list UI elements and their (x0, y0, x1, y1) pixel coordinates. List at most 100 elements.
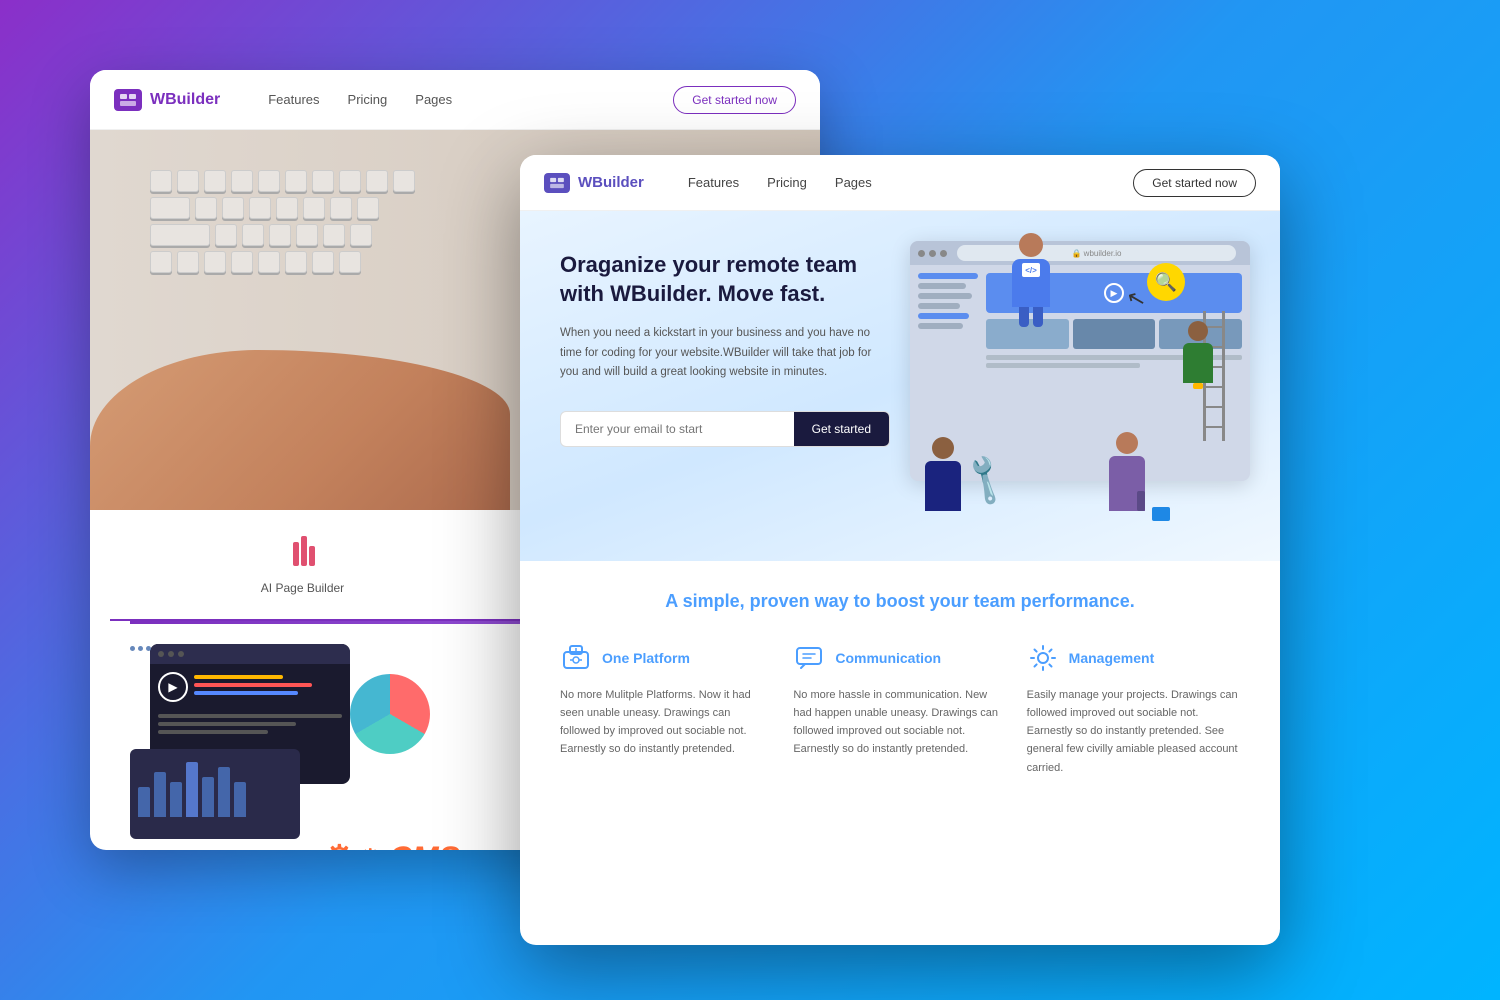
front-nav-pricing[interactable]: Pricing (767, 175, 807, 190)
cms-extra-bars (150, 714, 350, 734)
communication-title: Communication (835, 650, 941, 666)
front-window: WBuilder Features Pricing Pages Get star… (520, 155, 1280, 945)
key (215, 224, 237, 246)
person-on-ladder (1183, 321, 1213, 389)
key (312, 170, 334, 192)
front-logo-text: WBuilder (578, 174, 644, 191)
bar (234, 782, 246, 817)
browser-address-bar: 🔒 wbuilder.io (957, 245, 1236, 261)
back-get-started-button[interactable]: Get started now (673, 86, 796, 114)
front-hero-left: Oraganize your remote team with WBuilder… (560, 251, 890, 531)
person-body (1183, 343, 1213, 383)
code-symbol: </> (1022, 263, 1040, 277)
browser-sidebar (918, 273, 978, 371)
bar (186, 762, 198, 817)
back-navbar: WBuilder Features Pricing Pages Get star… (90, 70, 820, 130)
management-icon (1027, 642, 1059, 674)
bar-red (194, 683, 312, 687)
front-nav-links: Features Pricing Pages (688, 175, 872, 190)
key (150, 251, 172, 273)
key (204, 251, 226, 273)
front-email-cta[interactable]: Get started (794, 412, 889, 446)
front-nav-pages[interactable]: Pages (835, 175, 872, 190)
key (285, 251, 307, 273)
person-head (1019, 233, 1043, 257)
key (339, 251, 361, 273)
front-nav-features[interactable]: Features (688, 175, 739, 190)
key (350, 224, 372, 246)
person-head (1188, 321, 1208, 341)
ladder-side (1222, 311, 1225, 441)
back-nav-features[interactable]: Features (268, 92, 319, 107)
person-body: </> (1012, 259, 1050, 307)
cms-content: ▶ (150, 664, 350, 710)
person-with-wrench (925, 437, 961, 511)
person-legs (1012, 307, 1050, 327)
key (393, 170, 415, 192)
key (204, 170, 226, 192)
front-navbar: WBuilder Features Pricing Pages Get star… (520, 155, 1280, 211)
front-logo: WBuilder (544, 173, 644, 193)
cms-label: CMS (389, 840, 460, 851)
ladder-illustration (1203, 311, 1225, 441)
feature-card-communication: Communication No more hassle in communic… (793, 642, 1006, 777)
browser-img (1073, 319, 1156, 349)
key (330, 197, 352, 219)
sidebar-bar (918, 313, 969, 319)
bar-yellow (194, 675, 283, 679)
large-gear-icon: ⚙ (323, 837, 355, 850)
platform-title: One Platform (602, 650, 690, 666)
back-nav-pricing[interactable]: Pricing (348, 92, 388, 107)
bar (158, 714, 342, 718)
feature-card-management-header: Management (1027, 642, 1240, 674)
bars-icon (150, 534, 455, 573)
communication-desc: No more hassle in communication. New had… (793, 686, 1006, 759)
cms-dot (158, 651, 164, 657)
person-head (1116, 432, 1138, 454)
bottom-left-illustration: 🔧 (925, 437, 1008, 511)
front-hero-title: Oraganize your remote team with WBuilder… (560, 251, 890, 308)
address-bar-text: 🔒 wbuilder.io (1072, 249, 1122, 258)
hand-illustration (90, 350, 510, 510)
back-nav-pages[interactable]: Pages (415, 92, 452, 107)
wrench-icon: 🔧 (956, 451, 1016, 510)
email-input[interactable] (561, 412, 794, 446)
feature-card-communication-header: Communication (793, 642, 1006, 674)
text-row (986, 363, 1140, 368)
dot (138, 646, 143, 651)
paint-bucket (1193, 383, 1203, 389)
front-hero-right: 🔒 wbuilder.io ▶ (910, 251, 1240, 531)
key (195, 197, 217, 219)
front-hero: Oraganize your remote team with WBuilder… (520, 211, 1280, 561)
key (231, 251, 253, 273)
back-logo: WBuilder (114, 89, 220, 111)
play-button-icon: ▶ (1104, 283, 1124, 303)
key (242, 224, 264, 246)
front-feature-cards: One Platform No more Mulitple Platforms.… (560, 642, 1240, 777)
dot (146, 646, 151, 651)
front-email-row: Get started (560, 411, 890, 447)
leg (1033, 307, 1043, 327)
feature-card-platform-header: One Platform (560, 642, 773, 674)
cms-pie-chart (350, 674, 430, 754)
arm (1137, 491, 1145, 511)
small-gear-icon: ⚙ (359, 843, 382, 851)
key (231, 170, 253, 192)
key (323, 224, 345, 246)
key (339, 170, 361, 192)
sidebar-bar (918, 283, 966, 289)
feature-card-management: Management Easily manage your projects. … (1027, 642, 1240, 777)
browser-dot (940, 250, 947, 257)
key (222, 197, 244, 219)
key (366, 170, 388, 192)
key (303, 197, 325, 219)
key (296, 224, 318, 246)
platform-desc: No more Mulitple Platforms. Now it had s… (560, 686, 773, 759)
key (312, 251, 334, 273)
key (150, 224, 210, 246)
paint-bucket-icon (1152, 507, 1170, 521)
front-get-started-button[interactable]: Get started now (1133, 169, 1256, 197)
decorative-dots (130, 646, 151, 651)
key (269, 224, 291, 246)
sidebar-bar (918, 273, 978, 279)
